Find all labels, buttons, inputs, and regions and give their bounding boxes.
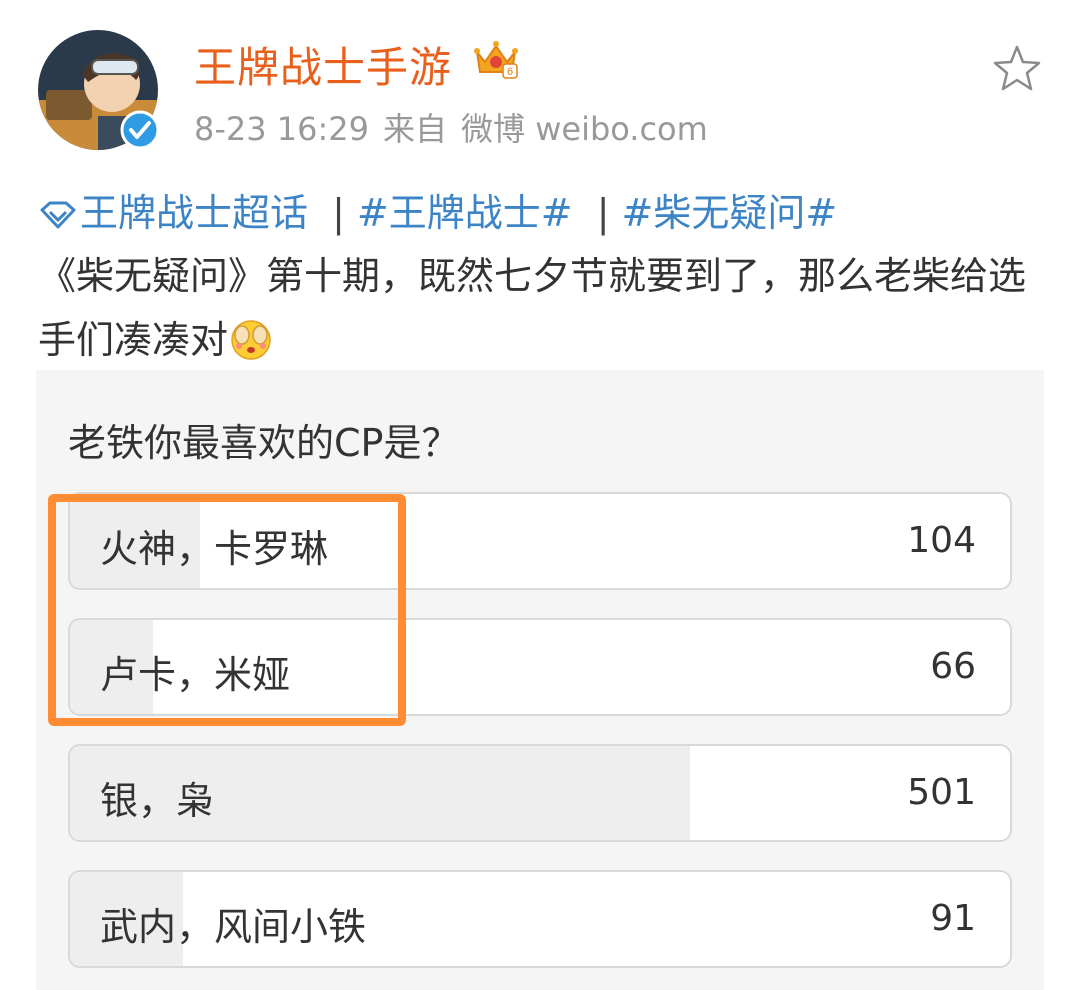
poll-option-label: 银，枭: [100, 779, 215, 823]
super-topic-link[interactable]: 王牌战士超话: [80, 191, 308, 235]
topic-line: 王牌战士超话 | #王牌战士# | #柴无疑问#: [38, 182, 837, 237]
poll-question: 老铁你最喜欢的CP是？: [68, 421, 460, 465]
source-prefix: 来自: [383, 110, 448, 148]
hashtag-link[interactable]: #柴无疑问#: [622, 191, 838, 235]
hashtag-link[interactable]: #王牌战士#: [357, 191, 573, 235]
post-meta: 8-23 16:29 来自 微博 weibo.com: [194, 104, 722, 150]
highlight-annotation-box: [48, 494, 406, 726]
super-topic-diamond-icon: [38, 195, 78, 229]
poll-option[interactable]: 银，枭 501: [68, 744, 1012, 842]
star-outline-icon[interactable]: [990, 42, 1044, 96]
svg-text:6: 6: [507, 66, 513, 78]
shy-face-emoji-icon: [228, 315, 274, 361]
crown-level-icon[interactable]: 6: [473, 38, 519, 80]
poll-option-count: 501: [907, 772, 976, 813]
post-body: 《柴无疑问》第十期，既然七夕节就要到了，那么老柴给选手们凑凑对: [38, 244, 1038, 372]
verified-badge-icon: [120, 110, 160, 150]
post-source[interactable]: 微博 weibo.com: [461, 110, 708, 148]
poll-option-count: 91: [930, 898, 976, 939]
user-name[interactable]: 王牌战士手游: [194, 34, 452, 95]
avatar[interactable]: [38, 30, 160, 150]
topic-separator: |: [596, 191, 610, 235]
post-body-text: 《柴无疑问》第十期，既然七夕节就要到了，那么老柴给选手们凑凑对: [38, 254, 1027, 362]
post-timestamp: 8-23 16:29: [194, 110, 370, 148]
poll-option-count: 66: [930, 646, 976, 687]
poll-option-label: 武内，风间小铁: [100, 905, 367, 949]
poll-option[interactable]: 武内，风间小铁 91: [68, 870, 1012, 968]
topic-separator: |: [332, 191, 345, 235]
poll-option-count: 104: [907, 520, 976, 561]
